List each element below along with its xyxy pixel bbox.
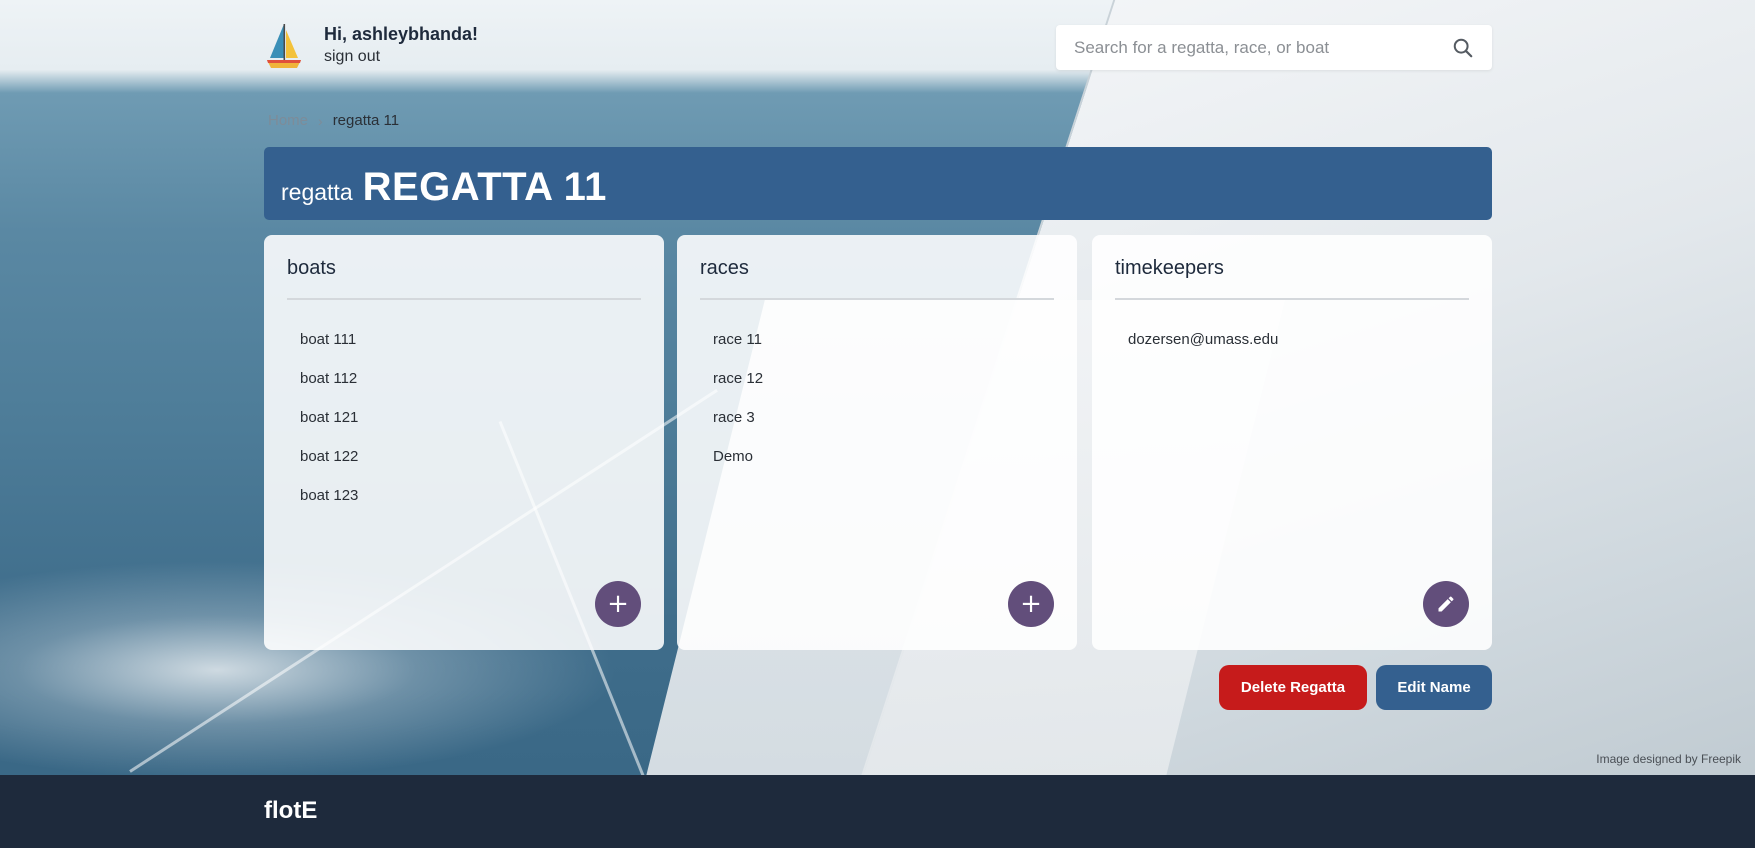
delete-regatta-button[interactable]: Delete Regatta <box>1219 665 1367 710</box>
footer: flotE <box>0 775 1755 848</box>
user-greeting: Hi, ashleybhanda! sign out <box>324 24 478 66</box>
boats-list: boat 111 boat 112 boat 121 boat 122 boat… <box>287 320 641 515</box>
boats-card: boats boat 111 boat 112 boat 121 boat 12… <box>264 235 664 650</box>
list-item[interactable]: boat 122 <box>287 437 641 476</box>
sailboat-logo-icon <box>267 24 301 68</box>
list-item[interactable]: boat 121 <box>287 398 641 437</box>
races-card: races race 11 race 12 race 3 Demo + <box>677 235 1077 650</box>
list-item[interactable]: dozersen@umass.edu <box>1115 320 1469 359</box>
sign-out-link[interactable]: sign out <box>324 48 478 66</box>
plus-icon: + <box>607 589 629 619</box>
list-item[interactable]: race 11 <box>700 320 1054 359</box>
list-item[interactable]: boat 111 <box>287 320 641 359</box>
breadcrumb-current: regatta 11 <box>332 112 400 129</box>
edit-icon <box>1438 596 1454 612</box>
list-item[interactable]: race 12 <box>700 359 1054 398</box>
search-input[interactable] <box>1074 37 1452 58</box>
chevron-right-icon: › <box>318 112 323 129</box>
boats-card-title: boats <box>287 257 641 300</box>
list-item[interactable]: race 3 <box>700 398 1054 437</box>
page-title-banner: regatta REGATTA 11 <box>264 147 1492 220</box>
edit-name-button[interactable]: Edit Name <box>1376 665 1492 710</box>
search-bar <box>1056 25 1492 70</box>
timekeepers-list: dozersen@umass.edu <box>1115 320 1469 359</box>
timekeepers-card-title: timekeepers <box>1115 257 1469 300</box>
timekeepers-card: timekeepers dozersen@umass.edu <box>1092 235 1492 650</box>
breadcrumb-home-link[interactable]: Home <box>268 112 308 129</box>
greeting-text: Hi, ashleybhanda! <box>324 24 479 44</box>
add-race-button[interactable]: + <box>1008 581 1054 627</box>
plus-icon: + <box>1020 589 1042 619</box>
image-credit: Image designed by Freepik <box>1596 752 1741 766</box>
search-icon[interactable] <box>1452 37 1474 59</box>
footer-brand: flotE <box>264 797 318 824</box>
races-card-title: races <box>700 257 1054 300</box>
header: Hi, ashleybhanda! sign out <box>264 22 1492 74</box>
list-item[interactable]: boat 112 <box>287 359 641 398</box>
list-item[interactable]: boat 123 <box>287 476 641 515</box>
breadcrumb: Home › regatta 11 <box>268 112 399 129</box>
edit-timekeepers-button[interactable] <box>1423 581 1469 627</box>
list-item[interactable]: Demo <box>700 437 1054 476</box>
add-boat-button[interactable]: + <box>595 581 641 627</box>
page-title-kind: regatta <box>281 179 353 205</box>
races-list: race 11 race 12 race 3 Demo <box>700 320 1054 476</box>
page-title: REGATTA 11 <box>362 165 607 209</box>
